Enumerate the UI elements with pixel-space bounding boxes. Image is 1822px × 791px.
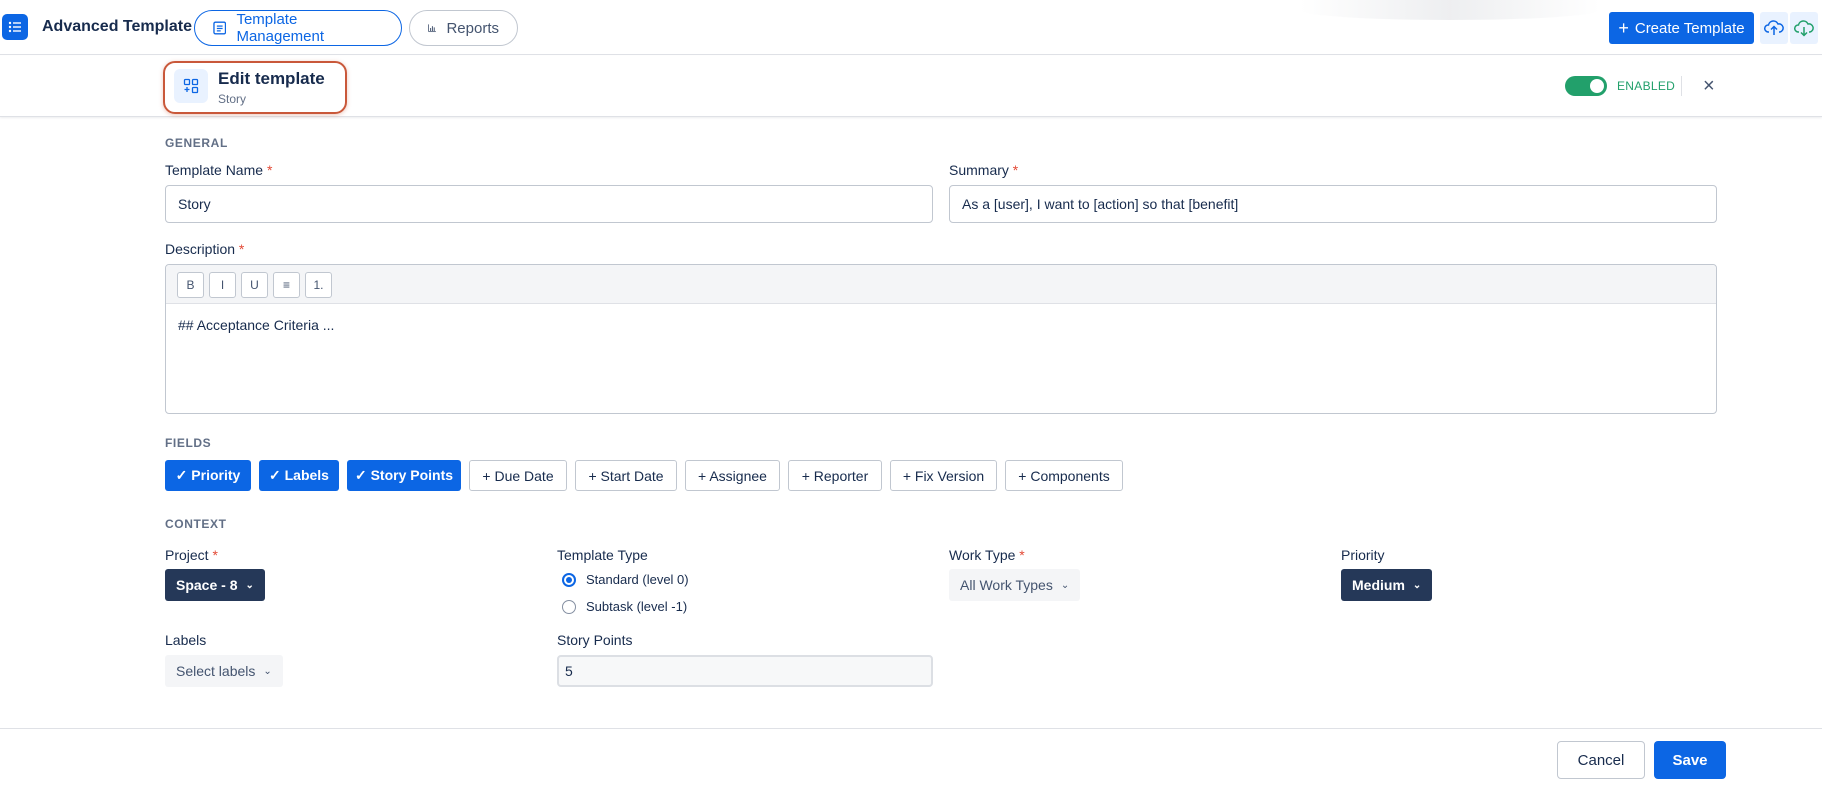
priority-value: Medium [1352,577,1405,593]
underline-button[interactable]: U [241,272,268,298]
top-bar: Advanced Template Template Management Re… [0,0,1822,55]
plus-icon: + [1618,18,1629,38]
top-shadow [1300,0,1600,20]
field-chip-assignee[interactable]: + Assignee [685,460,780,491]
labels-label: Labels [165,632,207,648]
section-context: CONTEXT [165,517,227,531]
template-name-label: Template Name * [165,162,273,178]
chevron-down-icon: ⌄ [263,665,272,677]
description-label: Description * [165,241,245,257]
section-fields: FIELDS [165,436,212,450]
numbered-list-button[interactable]: 1. [305,272,332,298]
field-chip-components[interactable]: + Components [1005,460,1123,491]
field-chip-fix-version[interactable]: + Fix Version [890,460,997,491]
work-type-label: Work Type * [949,547,1025,563]
template-icon [213,21,227,35]
chart-icon [428,24,436,33]
cloud-download-icon [1794,20,1814,37]
project-dropdown[interactable]: Space - 8 ⌄ [165,569,265,601]
story-points-input[interactable]: 5 [557,655,933,687]
radio-label: Standard (level 0) [586,572,689,587]
save-button[interactable]: Save [1654,741,1726,779]
download-button[interactable] [1790,12,1818,44]
radio-label: Subtask (level -1) [586,599,688,614]
bold-button[interactable]: B [177,272,204,298]
priority-label: Priority [1341,547,1385,563]
story-points-label: Story Points [557,632,633,648]
labels-dropdown[interactable]: Select labels ⌄ [165,655,283,687]
tab-reports[interactable]: Reports [409,10,518,46]
work-type-value: All Work Types [960,577,1053,593]
radio-standard[interactable]: Standard (level 0) [562,572,689,587]
upload-button[interactable] [1760,12,1788,44]
close-icon[interactable]: × [1703,75,1715,97]
work-type-dropdown[interactable]: All Work Types ⌄ [949,569,1081,601]
create-template-label: Create Template [1634,19,1745,37]
labels-value: Select labels [176,663,256,679]
template-type-label: Template Type [557,547,648,563]
page-subtitle: Story [218,92,247,106]
radio-button[interactable] [562,599,576,614]
enabled-toggle[interactable] [1565,76,1607,96]
template-name-input[interactable]: Story [165,185,933,223]
page-title: Edit template [218,69,325,88]
field-chip-reporter[interactable]: + Reporter [788,460,882,491]
section-general: GENERAL [165,136,228,150]
create-template-button[interactable]: + Create Template [1609,12,1754,44]
divider [1681,76,1682,96]
project-value: Space - 8 [176,577,238,593]
bullet-list-button[interactable]: ≡ [273,272,300,298]
chevron-down-icon: ⌄ [245,579,254,591]
footer [0,728,1822,791]
list-icon [8,21,21,33]
radio-subtask[interactable]: Subtask (level -1) [562,599,687,614]
summary-input[interactable]: As a [user], I want to [action] so that … [949,185,1717,223]
field-chip-labels[interactable]: ✓ Labels [259,460,339,491]
summary-label: Summary * [949,162,1019,178]
status-label: ENABLED [1617,79,1676,93]
description-editor[interactable]: B I U ≡ 1. ## Acceptance Criteria ... [165,264,1717,414]
field-chip-priority[interactable]: ✓ Priority [165,460,251,491]
tab-template-management[interactable]: Template Management [194,10,402,46]
layout-icon [183,78,199,94]
field-chip-due-date[interactable]: + Due Date [469,460,567,491]
priority-dropdown[interactable]: Medium ⌄ [1341,569,1433,601]
field-chip-start-date[interactable]: + Start Date [575,460,677,491]
description-text[interactable]: ## Acceptance Criteria ... [178,317,334,333]
app-title: Advanced Template [42,18,192,35]
tab-label: Reports [446,19,499,37]
tab-label: Template Management [236,11,325,45]
chevron-down-icon: ⌄ [1412,579,1422,591]
italic-button[interactable]: I [209,272,236,298]
editor-toolbar: B I U ≡ 1. [166,265,1716,304]
cancel-button[interactable]: Cancel [1557,741,1645,779]
cloud-upload-icon [1764,20,1784,35]
app-menu-button[interactable] [2,14,28,40]
chevron-down-icon: ⌄ [1060,579,1070,591]
field-chip-story-points[interactable]: ✓ Story Points [347,460,461,491]
template-type-badge [174,69,208,103]
radio-button[interactable] [562,572,576,587]
project-label: Project * [165,547,218,563]
